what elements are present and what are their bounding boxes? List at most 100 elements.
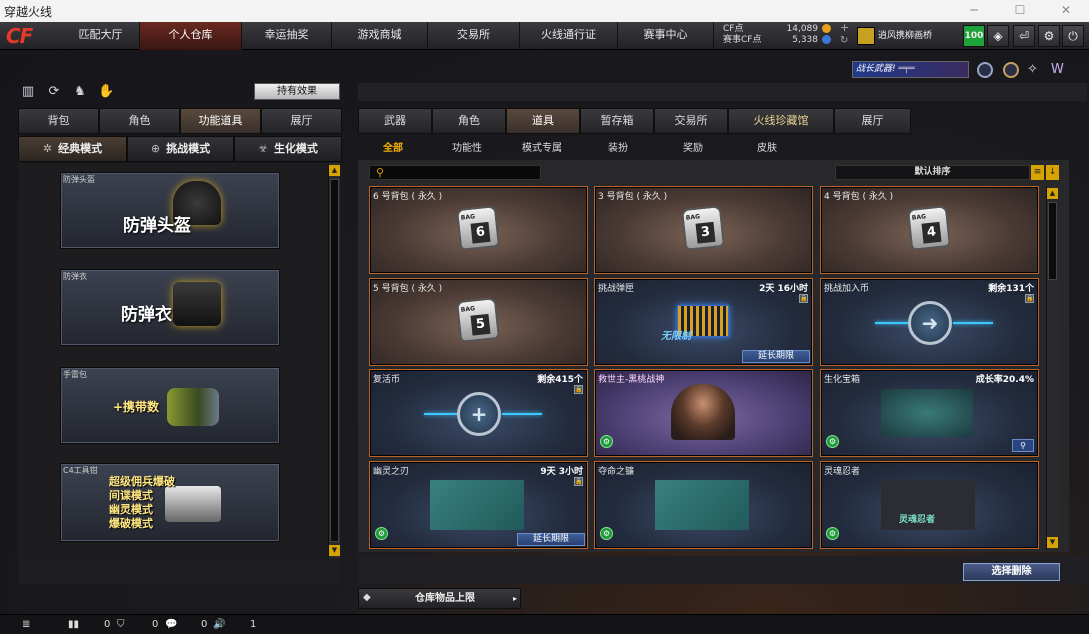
holding-effect-button[interactable]: 持有效果 [254,83,340,100]
left-scrollbar[interactable]: ▲ ▼ [328,163,340,558]
close-icon[interactable]: ✕ [1043,0,1089,22]
tab-gallery[interactable]: 展厅 [834,108,911,134]
tab-collection[interactable]: 火线珍藏馆 [728,108,834,134]
warehouse-limit-button[interactable]: ◆ 仓库物品上限 ▸ [358,588,521,609]
item-card[interactable]: 复活币 剩余415个 🔒 + [369,369,588,457]
extend-button[interactable]: 延长期限 [742,350,810,363]
tab-roles[interactable]: 角色 [432,108,506,134]
nav-tab-match-lobby[interactable]: 匹配大厅 [62,22,140,50]
volume-icon[interactable]: 🔊 [213,615,225,634]
equip-icon[interactable]: ⚙ [375,527,388,540]
card-title: 防弹头盔 [123,216,191,236]
scroll-up-icon[interactable]: ▲ [329,165,340,176]
cycle-icon[interactable]: ⟳ [46,84,62,100]
clan-icon[interactable]: ⛉ [117,615,125,634]
extend-button[interactable]: 延长期限 [517,533,585,546]
cf-label: CF点 [723,24,744,34]
nav-tab-events[interactable]: 赛事中心 [618,22,714,50]
equip-icon[interactable]: ⚙ [826,527,839,540]
lock-icon[interactable]: 🔒 [574,385,583,394]
item-card[interactable]: 3 号背包 ( 永久 ) BAG 3 [594,186,813,274]
sort-dropdown[interactable]: 默认排序 [835,165,1030,180]
refresh-icon[interactable]: ↻ [840,35,848,46]
status-bar: ≣ ▮▮ 0 ⛉ 0 💬 0 🔊 1 [0,614,1089,634]
scroll-down-icon[interactable]: ▼ [329,545,340,556]
equip-icon[interactable]: ⚙ [826,435,839,448]
promo-banner[interactable]: 战长武器! ═╤═ [852,61,969,78]
wing-icon[interactable]: W [1051,62,1067,78]
mode-classic[interactable]: ✲ 经典模式 [18,136,127,162]
chat-icon[interactable]: 💬 [165,615,177,634]
nav-tab-exchange[interactable]: 交易所 [428,22,520,50]
lock-icon[interactable]: 🔒 [574,477,583,486]
tab-showroom[interactable]: 展厅 [261,108,342,134]
minimize-icon[interactable]: ─ [951,0,997,22]
search-icon[interactable]: ⚲ [1012,439,1034,452]
item-card[interactable]: 挑战加入币 剩余131个 🔒 ➜ [820,278,1039,366]
category-outfit[interactable]: 装扮 [608,139,628,155]
left-item-list: 防弹头盔 防弹头盔 防弹衣 防弹衣 手雷包 +携带数 C4工具钳 超级佣兵爆破 … [18,163,341,558]
item-card[interactable]: 挑战弹匣 2天 16小时 🔒 无限制 延长期限 [594,278,813,366]
category-reward[interactable]: 奖励 [683,139,703,155]
nav-tab-store[interactable]: 游戏商城 [332,22,428,50]
scroll-thumb[interactable] [1048,202,1057,280]
tab-backpack[interactable]: 背包 [18,108,99,134]
tab-exchange[interactable]: 交易所 [654,108,728,134]
sort-direction-icon[interactable]: ↓ [1046,165,1059,180]
item-card[interactable]: 6 号背包 ( 永久 ) BAG 6 [369,186,588,274]
left-card-c4[interactable]: C4工具钳 超级佣兵爆破 间谍模式 幽灵模式 爆破模式 [60,463,280,542]
category-functional[interactable]: 功能性 [452,139,482,155]
tab-props[interactable]: 道具 [506,108,580,134]
equip-icon[interactable]: ⚙ [600,527,613,540]
mode-challenge[interactable]: ⊕ 挑战模式 [127,136,234,162]
nav-tab-warehouse[interactable]: 个人仓库 [140,22,242,50]
lock-icon[interactable]: 🔒 [1025,294,1034,303]
rank-icon[interactable]: ◈ [987,25,1009,47]
left-card-vest[interactable]: 防弹衣 防弹衣 [60,269,280,346]
ranking-icon[interactable]: ▥ [20,84,36,100]
item-card[interactable]: 4 号背包 ( 永久 ) BAG 4 [820,186,1039,274]
lock-icon[interactable]: 🔒 [799,294,808,303]
tab-weapons[interactable]: 武器 [358,108,432,134]
target-badge-icon[interactable] [1003,62,1019,78]
item-card[interactable]: 救世主-黑桃战神 ⚙ [594,369,813,457]
scroll-thumb[interactable] [330,179,339,542]
tab-storage[interactable]: 暂存箱 [580,108,654,134]
item-card[interactable]: 夺命之镰 ⚙ [594,461,813,549]
shield-badge-icon[interactable] [977,62,993,78]
equip-icon[interactable]: ⚙ [600,435,613,448]
nav-tab-pass[interactable]: 火线通行证 [520,22,618,50]
friends-icon[interactable]: ▮▮ [68,615,79,634]
exit-room-icon[interactable]: ⏎ [1013,25,1035,47]
tab-character[interactable]: 角色 [99,108,180,134]
feather-icon[interactable]: ✧ [1027,62,1043,78]
item-card[interactable]: 幽灵之刃 9天 3小时 🔒 ⚙ 延长期限 [369,461,588,549]
category-skin[interactable]: 皮肤 [757,139,777,155]
list-view-icon[interactable]: ≡ [1031,165,1044,180]
menu-icon[interactable]: ≣ [22,615,30,634]
item-card[interactable]: 灵魂忍者 灵魂忍者 ⚙ [820,461,1039,549]
nav-tab-lottery[interactable]: 幸运抽奖 [242,22,332,50]
character-icon[interactable]: ♞ [72,84,88,100]
left-card-grenade[interactable]: 手雷包 +携带数 [60,367,280,444]
power-icon[interactable]: ⏻ [1062,25,1084,47]
add-cf-icon[interactable]: + [840,22,849,33]
select-delete-button[interactable]: 选择删除 [963,563,1060,581]
friends-count: 0 [104,619,111,630]
gear-icon[interactable]: ⚙ [1038,25,1060,47]
item-card[interactable]: 生化宝箱 成长率20.4% ⚙ ⚲ [820,369,1039,457]
right-scrollbar[interactable]: ▲ ▼ [1046,186,1058,550]
search-input[interactable]: ⚲ [369,165,541,180]
user-profile[interactable]: 逍风携柳画桥 [857,25,957,47]
tab-function-items[interactable]: 功能道具 [180,108,261,134]
item-card[interactable]: 5 号背包 ( 永久 ) BAG 5 [369,278,588,366]
maximize-icon[interactable]: ☐ [997,0,1043,22]
mode-biochem[interactable]: ☣ 生化模式 [234,136,342,162]
left-card-helmet[interactable]: 防弹头盔 防弹头盔 [60,172,280,249]
level-badge[interactable]: 100 [963,25,985,47]
scroll-up-icon[interactable]: ▲ [1047,188,1058,199]
bag-icon[interactable]: ✋ [98,84,114,100]
scroll-down-icon[interactable]: ▼ [1047,537,1058,548]
category-all[interactable]: 全部 [383,139,403,155]
category-mode[interactable]: 模式专属 [522,139,562,155]
